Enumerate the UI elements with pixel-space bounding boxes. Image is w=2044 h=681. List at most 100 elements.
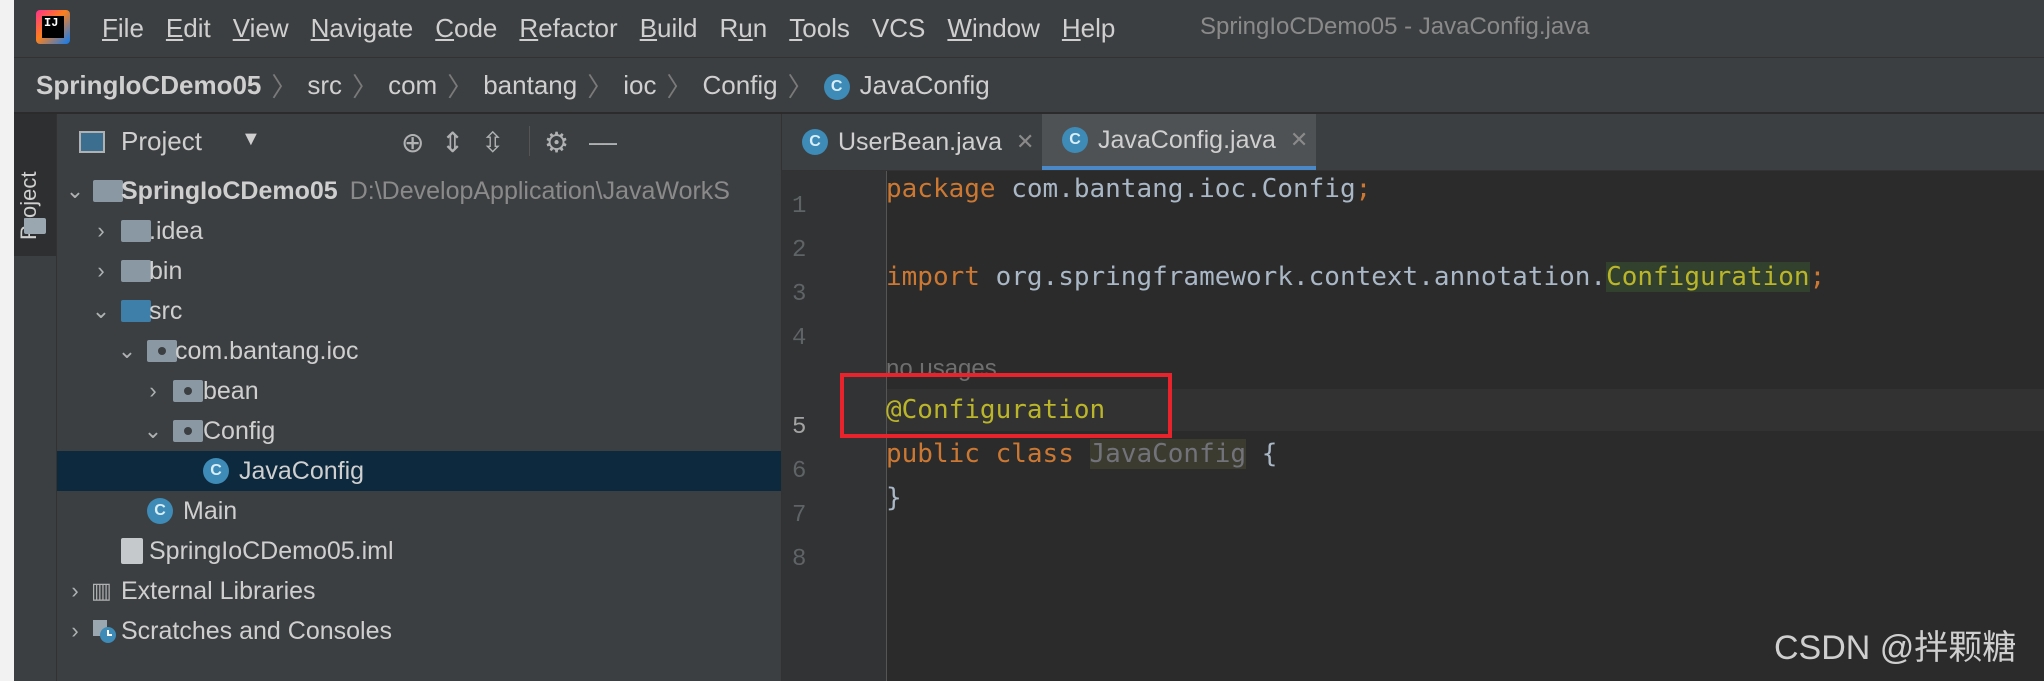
editor-tabs: C UserBean.java ✕ C JavaConfig.java ✕	[782, 114, 2044, 171]
tab-label: JavaConfig.java	[1098, 125, 1276, 154]
hide-icon[interactable]: —	[589, 126, 617, 158]
tree-item-label: SpringIoCDemo05.iml	[149, 536, 394, 565]
tree-item-label: src	[149, 296, 183, 325]
intellij-logo-icon[interactable]: IJ	[36, 10, 70, 44]
expand-all-icon[interactable]: ⇕	[441, 126, 464, 159]
tree-item-bean[interactable]: › bean	[57, 371, 781, 411]
chevron-right-icon[interactable]: ›	[65, 578, 85, 604]
scratches-icon	[93, 620, 116, 643]
menu-help[interactable]: Help	[1062, 13, 1115, 44]
locate-icon[interactable]: ⊕	[401, 126, 424, 159]
tree-item-label: bean	[203, 376, 259, 405]
chevron-right-icon: 〉	[666, 71, 693, 102]
tree-item-label: External Libraries	[121, 576, 316, 605]
menu-tools[interactable]: Tools	[789, 13, 850, 44]
chevron-down-icon[interactable]: ⌄	[65, 178, 85, 204]
menu-window[interactable]: Window	[947, 13, 1039, 44]
tree-item-project-root[interactable]: ⌄ SpringIoCDemo05 D:\DevelopApplication\J…	[57, 171, 781, 211]
tree-item-config[interactable]: ⌄ Config	[57, 411, 781, 451]
menu-edit[interactable]: Edit	[166, 13, 211, 44]
line-number: 2	[792, 237, 807, 264]
menu-build[interactable]: Build	[640, 13, 698, 44]
tree-item-idea[interactable]: › .idea	[57, 211, 781, 251]
breadcrumb-item[interactable]: Config	[702, 70, 777, 101]
tab-javaconfig[interactable]: C JavaConfig.java ✕	[1042, 114, 1316, 170]
tool-window-strip: Project	[14, 114, 57, 681]
chevron-down-icon[interactable]: ⌄	[143, 418, 163, 444]
breadcrumb-item[interactable]: C JavaConfig	[823, 70, 990, 101]
menu-navigate[interactable]: Navigate	[311, 13, 414, 44]
folder-icon	[121, 260, 151, 282]
package-icon	[173, 420, 203, 442]
menu-items: File Edit View Navigate Code Refactor Build Run…	[102, 0, 1137, 57]
project-tree: ⌄ SpringIoCDemo05 D:\DevelopApplication\J…	[57, 171, 781, 651]
module-folder-icon	[93, 180, 123, 202]
menu-run[interactable]: Run	[720, 13, 768, 44]
settings-icon[interactable]: ⚙	[529, 126, 569, 158]
chevron-right-icon[interactable]: ›	[91, 218, 111, 244]
breadcrumb-item[interactable]: ioc	[623, 70, 656, 101]
folder-icon	[121, 220, 151, 242]
background-edge	[0, 0, 14, 681]
code-line-6[interactable]: public class JavaConfig {	[886, 439, 1277, 469]
package-icon	[173, 380, 203, 402]
tree-item-label: Config	[203, 416, 276, 445]
menu-vcs[interactable]: VCS	[872, 13, 925, 44]
runnable-class-icon: C	[147, 498, 173, 524]
chevron-down-icon[interactable]: ⌄	[117, 338, 137, 364]
tool-tab-project[interactable]: Project	[14, 114, 56, 256]
close-icon[interactable]: ✕	[1016, 129, 1034, 155]
menu-bar: IJ File Edit View Navigate Code Refactor Build…	[14, 0, 2044, 57]
tab-userbean[interactable]: C UserBean.java ✕	[782, 114, 1038, 170]
code-line-7[interactable]: }	[886, 483, 902, 513]
close-icon[interactable]: ✕	[1290, 127, 1308, 153]
menu-code[interactable]: Code	[435, 13, 497, 44]
chevron-right-icon: 〉	[271, 71, 298, 102]
line-number: 8	[792, 546, 807, 573]
breadcrumb-item[interactable]: SpringIoCDemo05	[36, 70, 261, 101]
menu-view[interactable]: View	[233, 13, 289, 44]
chevron-right-icon[interactable]: ›	[143, 378, 163, 404]
module-file-icon	[121, 538, 143, 564]
line-number: 7	[792, 502, 807, 529]
annotation-highlight-box	[840, 373, 1172, 438]
watermark: CSDN @拌颗糖	[1774, 629, 2017, 667]
tree-item-javaconfig[interactable]: C JavaConfig	[57, 451, 781, 491]
breadcrumb-item[interactable]: com	[388, 70, 437, 101]
tree-item-label: com.bantang.ioc	[175, 336, 359, 365]
collapse-all-icon[interactable]: ⇳	[481, 126, 504, 159]
chevron-right-icon[interactable]: ›	[65, 618, 85, 644]
menu-refactor[interactable]: Refactor	[519, 13, 617, 44]
project-panel-header: Project ▼ ⊕ ⇕ ⇳ ⚙ —	[57, 114, 781, 170]
panel-title[interactable]: Project	[121, 126, 202, 157]
line-number: 5	[792, 414, 807, 441]
tree-item-iml[interactable]: SpringIoCDemo05.iml	[57, 531, 781, 571]
folder-icon	[24, 218, 46, 234]
ide-window: IJ File Edit View Navigate Code Refactor Build…	[14, 0, 2044, 681]
menu-file[interactable]: File	[102, 13, 144, 44]
source-folder-icon	[121, 300, 151, 322]
chevron-right-icon: 〉	[447, 71, 474, 102]
chevron-right-icon[interactable]: ›	[91, 258, 111, 284]
project-view-icon	[79, 131, 105, 153]
chevron-down-icon[interactable]: ⌄	[91, 298, 111, 324]
tree-item-label: SpringIoCDemo05	[121, 176, 338, 205]
breadcrumb-item[interactable]: bantang	[483, 70, 577, 101]
tree-item-main[interactable]: C Main	[57, 491, 781, 531]
project-panel: Project ▼ ⊕ ⇕ ⇳ ⚙ — ⌄ SpringIoCDemo05 D:\…	[57, 114, 782, 681]
chevron-down-icon[interactable]: ▼	[241, 128, 261, 151]
tree-item-package[interactable]: ⌄ com.bantang.ioc	[57, 331, 781, 371]
tree-item-label: bin	[149, 256, 183, 285]
tree-item-label: Scratches and Consoles	[121, 616, 392, 645]
breadcrumb-item[interactable]: src	[307, 70, 342, 101]
code-line-1[interactable]: package com.bantang.ioc.Config;	[886, 174, 1371, 204]
tree-item-external-libraries[interactable]: › ▥ External Libraries	[57, 571, 781, 611]
tree-item-src[interactable]: ⌄ src	[57, 291, 781, 331]
tree-item-label: JavaConfig	[239, 456, 365, 485]
chevron-right-icon: 〉	[352, 71, 379, 102]
code-line-3[interactable]: import org.springframework.context.annot…	[886, 262, 1825, 292]
tree-item-scratches[interactable]: › Scratches and Consoles	[57, 611, 781, 651]
tree-item-label: Main	[183, 496, 238, 525]
tree-item-bin[interactable]: › bin	[57, 251, 781, 291]
chevron-right-icon: 〉	[587, 71, 614, 102]
